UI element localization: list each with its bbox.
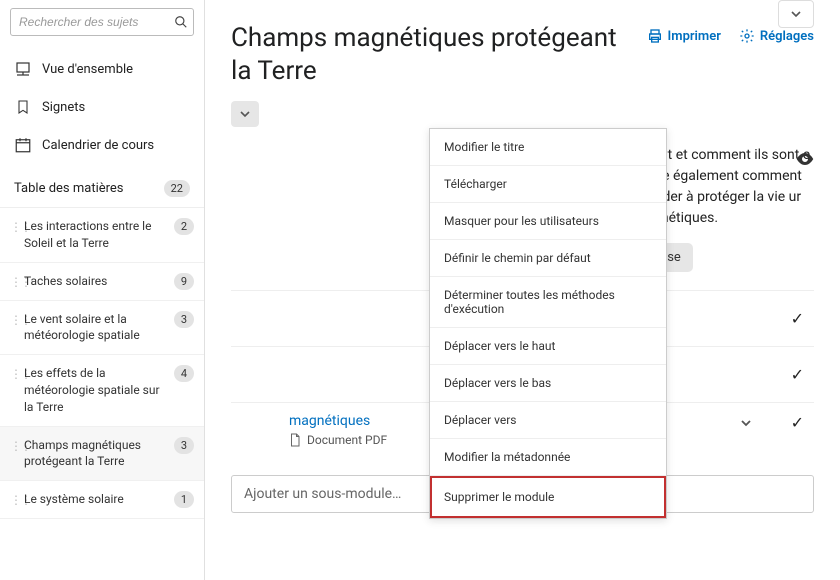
settings-button[interactable]: Réglages: [739, 28, 814, 44]
topbar: Imprimer Réglages: [647, 28, 814, 44]
toc-item-count: 9: [174, 273, 194, 290]
settings-label: Réglages: [760, 29, 814, 44]
toc-item-champs[interactable]: ⋮⋮ Champs magnétiques protégeant la Terr…: [0, 427, 204, 482]
toc-item-systeme[interactable]: ⋮⋮ Le système solaire 1: [0, 481, 204, 519]
drag-handle-icon[interactable]: ⋮⋮: [10, 365, 18, 381]
drag-handle-icon[interactable]: ⋮⋮: [10, 491, 18, 507]
doc-info: magnétiques Document PDF: [257, 413, 387, 447]
menu-edit-metadata[interactable]: Modifier la métadonnée: [430, 439, 666, 476]
toc-item-label: Champs magnétiques protégeant la Terre: [24, 437, 168, 471]
doc-title[interactable]: magnétiques: [289, 413, 387, 429]
check-icon: ✓: [791, 365, 804, 384]
check-icon: ✓: [791, 309, 804, 328]
toc-total-badge: 22: [164, 180, 190, 197]
calendar-icon: [14, 136, 32, 154]
gear-icon: [739, 28, 755, 44]
toc-item-count: 1: [174, 491, 194, 508]
menu-edit-title[interactable]: Modifier le titre: [430, 129, 666, 166]
toc-item-count: 3: [174, 437, 194, 454]
menu-move-to[interactable]: Déplacer vers: [430, 402, 666, 439]
menu-move-down[interactable]: Déplacer vers le bas: [430, 365, 666, 402]
menu-move-up[interactable]: Déplacer vers le haut: [430, 328, 666, 365]
nav-overview[interactable]: Vue d'ensemble: [0, 50, 204, 88]
print-icon: [647, 28, 663, 44]
check-icon: ✓: [791, 413, 804, 432]
drag-handle-icon[interactable]: ⋮⋮: [10, 273, 18, 289]
print-button[interactable]: Imprimer: [647, 28, 721, 44]
menu-hide[interactable]: Masquer pour les utilisateurs: [430, 203, 666, 240]
toc-item-vent[interactable]: ⋮⋮ Le vent solaire et la météorologie sp…: [0, 301, 204, 356]
nav-bookmarks[interactable]: Signets: [0, 88, 204, 126]
toc-item-label: Les effets de la météorologie spatiale s…: [24, 365, 168, 415]
overview-icon: [14, 60, 32, 78]
chevron-down-icon[interactable]: [741, 418, 751, 428]
doc-meta-label: Document PDF: [307, 433, 387, 447]
drag-handle-icon[interactable]: ⋮⋮: [10, 218, 18, 234]
toc-item-label: Taches solaires: [24, 273, 168, 290]
nav-bookmarks-label: Signets: [42, 100, 85, 115]
print-label: Imprimer: [668, 29, 721, 44]
toc-item-interactions[interactable]: ⋮⋮ Les interactions entre le Soleil et l…: [0, 208, 204, 263]
nav-calendar-label: Calendrier de cours: [42, 138, 154, 153]
menu-download[interactable]: Télécharger: [430, 166, 666, 203]
nav-calendar[interactable]: Calendrier de cours: [0, 126, 204, 164]
drag-handle-icon[interactable]: ⋮⋮: [10, 311, 18, 327]
toc-item-count: 2: [174, 218, 194, 235]
drag-handle-icon[interactable]: ⋮⋮: [10, 437, 18, 453]
toc-header-label: Table des matières: [14, 181, 124, 196]
document-icon: [289, 433, 301, 447]
search-box[interactable]: [10, 8, 194, 36]
module-options-button[interactable]: [778, 0, 814, 28]
search-icon[interactable]: [174, 15, 188, 29]
bookmark-icon: [14, 98, 32, 116]
toc-item-count: 3: [174, 311, 194, 328]
toc-item-taches[interactable]: ⋮⋮ Taches solaires 9: [0, 263, 204, 301]
module-context-menu: Modifier le titre Télécharger Masquer po…: [429, 128, 667, 519]
toc-header[interactable]: Table des matières 22: [0, 170, 204, 208]
title-dropdown-button[interactable]: [231, 101, 259, 127]
search-input[interactable]: [19, 15, 174, 29]
page-title: Champs magnétiques protégeant la Terre: [231, 22, 631, 87]
nav-overview-label: Vue d'ensemble: [42, 62, 133, 77]
menu-completion-methods[interactable]: Déterminer toutes les méthodes d'exécuti…: [430, 277, 666, 328]
visibility-icon[interactable]: [796, 152, 814, 166]
toc-item-label: Le vent solaire et la météorologie spati…: [24, 311, 168, 345]
menu-default-path[interactable]: Définir le chemin par défaut: [430, 240, 666, 277]
toc-item-effets[interactable]: ⋮⋮ Les effets de la météorologie spatial…: [0, 355, 204, 426]
toc-item-label: Le système solaire: [24, 491, 168, 508]
menu-delete-module[interactable]: Supprimer le module: [430, 476, 666, 518]
main: Imprimer Réglages Champs magnétiques pro…: [205, 0, 840, 580]
sidebar: Vue d'ensemble Signets Calendrier de cou…: [0, 0, 205, 580]
toc-item-count: 4: [174, 365, 194, 382]
toc-item-label: Les interactions entre le Soleil et la T…: [24, 218, 168, 252]
